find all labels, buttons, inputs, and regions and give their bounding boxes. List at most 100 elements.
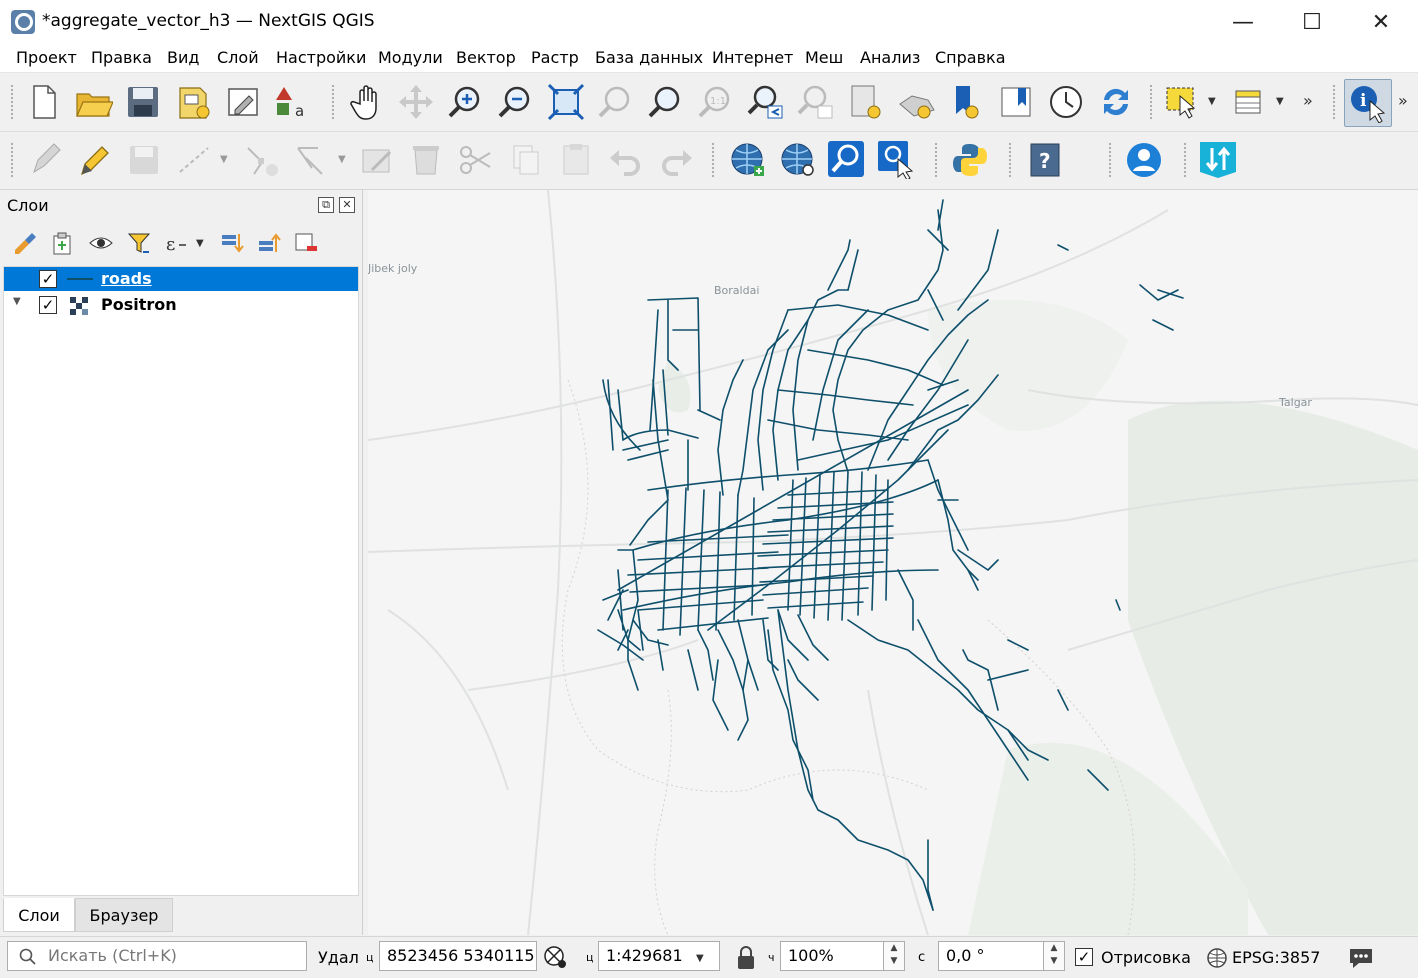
chevron-down-icon[interactable]: ▼ (196, 238, 204, 249)
paste-features-icon[interactable] (556, 140, 596, 180)
toolbar-grip[interactable] (331, 84, 335, 120)
zoom-to-layer-icon[interactable] (646, 82, 686, 122)
zoom-full-icon[interactable] (546, 82, 586, 122)
toolbar-grip[interactable] (10, 142, 14, 178)
menu-analysis[interactable]: Анализ (860, 48, 920, 67)
delete-selected-icon[interactable] (406, 140, 446, 180)
zoom-next-icon[interactable] (796, 82, 836, 122)
menu-database[interactable]: База данных (595, 48, 703, 67)
rotation-spinner[interactable]: ▲ ▼ (1043, 941, 1065, 971)
chevron-down-icon[interactable]: ▼ (1276, 96, 1284, 107)
chevron-down-icon[interactable]: ▼ (696, 953, 704, 964)
magnifier-spinner[interactable]: ▲ ▼ (883, 941, 905, 971)
layer-row-roads[interactable]: ✓ roads (4, 267, 358, 291)
show-spatial-bookmarks-icon[interactable] (996, 82, 1036, 122)
menu-mesh[interactable]: Меш (805, 48, 843, 67)
quickmapservices-icon[interactable] (826, 139, 866, 179)
close-button[interactable]: ✕ (1347, 0, 1415, 44)
toolbar-grip[interactable] (1008, 142, 1012, 178)
filter-legend-icon[interactable] (126, 230, 152, 256)
minimize-button[interactable]: — (1209, 0, 1277, 44)
menu-plugins[interactable]: Модули (378, 48, 443, 67)
toolbar-grip[interactable] (1108, 142, 1112, 178)
toolbar-grip[interactable] (934, 142, 938, 178)
magnifier-field[interactable]: 100% (780, 941, 884, 971)
attribute-table-icon[interactable] (1229, 82, 1269, 122)
nextgis-web-icon[interactable] (728, 140, 768, 180)
select-features-icon[interactable] (1162, 82, 1202, 122)
lock-scale-icon[interactable] (735, 945, 757, 971)
python-console-icon[interactable] (950, 140, 990, 180)
messages-icon[interactable] (1347, 945, 1375, 971)
menu-help[interactable]: Справка (935, 48, 1006, 67)
rotation-field[interactable]: 0,0 ° (938, 941, 1044, 971)
toggle-editing-icon[interactable] (74, 140, 114, 180)
crs-globe-icon[interactable] (1206, 947, 1228, 969)
coordinate-field[interactable]: 8523456 5340115 (379, 941, 537, 971)
nextgis-account-icon[interactable] (1124, 140, 1164, 180)
toolbar-grip[interactable] (711, 142, 715, 178)
identify-button[interactable]: i (1344, 79, 1392, 127)
temporal-controller-icon[interactable] (1046, 82, 1086, 122)
zoom-out-icon[interactable] (496, 82, 536, 122)
crs-label[interactable]: EPSG:3857 (1232, 948, 1320, 967)
chevron-down-icon[interactable]: ▼ (338, 154, 346, 165)
menu-project[interactable]: Проект (16, 48, 77, 67)
expand-arrow-icon[interactable]: ▼ (13, 296, 21, 307)
redo-icon[interactable] (656, 140, 696, 180)
remove-layer-icon[interactable] (293, 230, 319, 256)
toolbar-grip[interactable] (10, 84, 14, 120)
filter-expression-icon[interactable]: ε (163, 230, 189, 256)
copy-features-icon[interactable] (506, 140, 546, 180)
pan-to-selection-icon[interactable] (396, 82, 436, 122)
expand-all-icon[interactable] (219, 230, 245, 256)
modify-attributes-icon[interactable] (358, 140, 398, 180)
new-print-layout-icon[interactable] (173, 82, 213, 122)
toggle-extents-icon[interactable] (542, 944, 568, 970)
zoom-native-icon[interactable]: 1:1 (696, 82, 736, 122)
save-edits-icon[interactable] (124, 140, 164, 180)
zoom-in-icon[interactable] (446, 82, 486, 122)
add-group-icon[interactable] (50, 230, 76, 256)
new-spatial-bookmark-icon[interactable] (946, 82, 986, 122)
toolbar-grip[interactable] (1332, 84, 1336, 120)
nextgis-search-icon[interactable] (778, 140, 818, 180)
new-project-icon[interactable] (24, 82, 64, 122)
layout-manager-icon[interactable] (223, 82, 263, 122)
tab-layers[interactable]: Слои (3, 898, 75, 932)
nextgis-connect-icon[interactable] (1198, 140, 1238, 180)
tab-browser[interactable]: Браузер (75, 898, 173, 932)
pan-icon[interactable] (347, 82, 387, 122)
menu-vector[interactable]: Вектор (456, 48, 516, 67)
menu-raster[interactable]: Растр (531, 48, 579, 67)
menu-web[interactable]: Интернет (712, 48, 793, 67)
layer-name-positron[interactable]: Positron (101, 295, 177, 314)
open-project-icon[interactable] (73, 82, 113, 122)
maximize-button[interactable]: ☐ (1278, 0, 1346, 44)
zoom-last-icon[interactable] (746, 82, 786, 122)
help-icon[interactable]: ? (1025, 140, 1065, 180)
vertex-tool-icon[interactable] (242, 140, 282, 180)
cut-features-icon[interactable] (456, 140, 496, 180)
panel-float-button[interactable]: ⧉ (318, 197, 334, 213)
chevron-down-icon[interactable]: ▼ (1208, 96, 1216, 107)
show-bookmarks-icon[interactable] (896, 82, 936, 122)
map-canvas[interactable]: Jibek joly Boraldai Talgar (368, 190, 1418, 935)
search-services-icon[interactable] (876, 139, 916, 179)
digitize-icon[interactable] (174, 140, 214, 180)
locator-search-input[interactable]: Искать (Ctrl+K) (7, 941, 307, 971)
layer-visibility-checkbox[interactable]: ✓ (39, 296, 57, 314)
save-project-icon[interactable] (123, 82, 163, 122)
menu-settings[interactable]: Настройки (276, 48, 366, 67)
toolbar-grip[interactable] (1183, 142, 1187, 178)
manage-visibility-icon[interactable] (88, 230, 114, 256)
render-checkbox[interactable]: ✓ (1075, 948, 1093, 966)
advanced-digitize-icon[interactable] (292, 140, 332, 180)
toolbar-overflow-icon[interactable]: » (1303, 91, 1313, 110)
chevron-down-icon[interactable]: ▼ (220, 154, 228, 165)
panel-close-button[interactable]: ✕ (339, 197, 355, 213)
open-layer-styling-icon[interactable] (12, 230, 38, 256)
new-bookmark-icon[interactable] (846, 82, 886, 122)
refresh-icon[interactable] (1096, 82, 1136, 122)
layer-row-positron[interactable]: ▼ ✓ Positron (4, 293, 358, 317)
